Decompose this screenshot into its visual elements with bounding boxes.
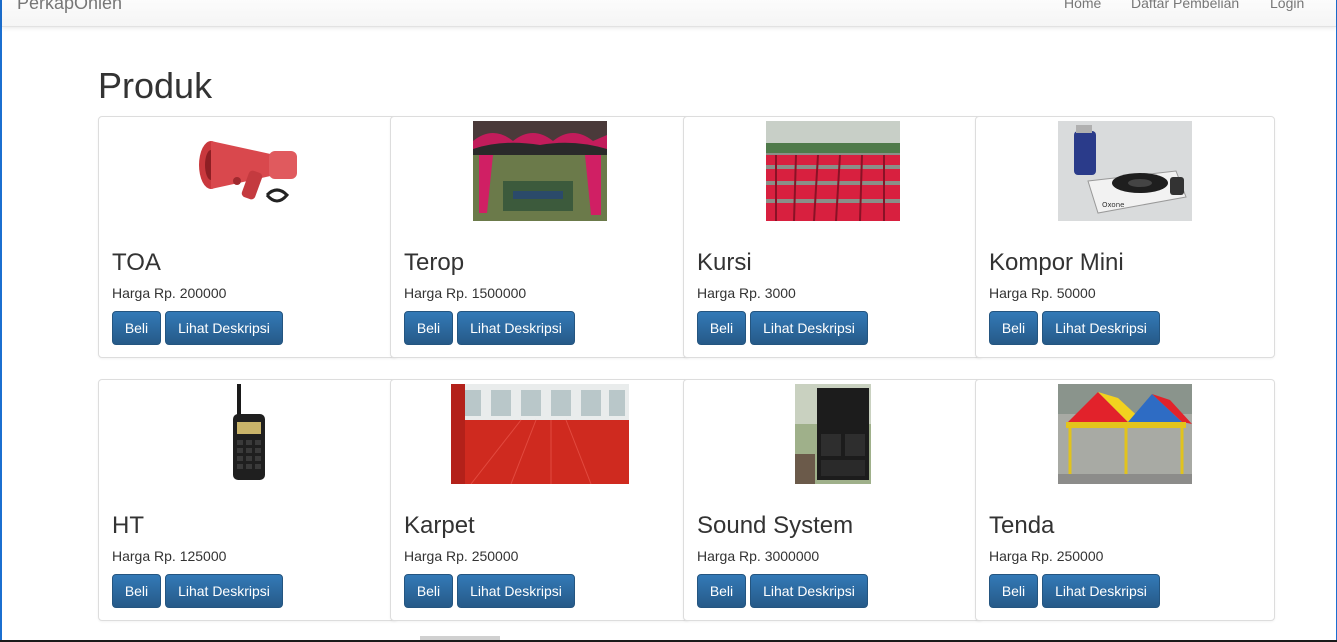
product-card-karpet: Karpet Harga Rp. 250000 Beli Lihat Deskr…: [390, 379, 690, 621]
carpet-icon: [451, 384, 629, 484]
product-price: Harga Rp. 3000: [697, 285, 796, 301]
product-name: Terop: [404, 249, 465, 276]
nav-link-daftar-pembelian[interactable]: Daftar Pembelian: [1131, 0, 1239, 11]
product-image-kompor-mini: Oxone: [976, 121, 1274, 221]
speaker-icon: [795, 384, 871, 484]
product-name: Kompor Mini: [989, 249, 1124, 276]
description-button-kompor-mini[interactable]: Lihat Deskripsi: [1042, 311, 1160, 345]
buy-button-ht[interactable]: Beli: [112, 574, 161, 608]
buy-button-karpet[interactable]: Beli: [404, 574, 453, 608]
description-button-terop[interactable]: Lihat Deskripsi: [457, 311, 575, 345]
product-price: Harga Rp. 3000000: [697, 548, 820, 564]
product-image-karpet: [391, 384, 689, 484]
navbar: PerkapOnlen Home Daftar Pembelian Login: [2, 0, 1336, 27]
buy-button-terop[interactable]: Beli: [404, 311, 453, 345]
stove-icon: Oxone: [1058, 121, 1192, 221]
product-name: Sound System: [697, 512, 854, 539]
product-image-toa: [99, 121, 397, 221]
product-name: Tenda: [989, 512, 1055, 539]
product-price: Harga Rp. 1500000: [404, 285, 527, 301]
product-image-ht: [99, 384, 397, 484]
page-title: Produk: [98, 65, 213, 106]
tent-icon: [1058, 384, 1192, 484]
buy-button-kursi[interactable]: Beli: [697, 311, 746, 345]
description-button-karpet[interactable]: Lihat Deskripsi: [457, 574, 575, 608]
product-price: Harga Rp. 200000: [112, 285, 227, 301]
description-button-kursi[interactable]: Lihat Deskripsi: [750, 311, 868, 345]
canopy-icon: [473, 121, 607, 221]
buy-button-tenda[interactable]: Beli: [989, 574, 1038, 608]
radio-icon: [229, 384, 269, 484]
buy-button-sound-system[interactable]: Beli: [697, 574, 746, 608]
product-card-kursi: Kursi Harga Rp. 3000 Beli Lihat Deskrips…: [683, 116, 983, 358]
description-button-sound-system[interactable]: Lihat Deskripsi: [750, 574, 868, 608]
product-card-terop: Terop Harga Rp. 1500000 Beli Lihat Deskr…: [390, 116, 690, 358]
product-price: Harga Rp. 250000: [404, 548, 519, 564]
product-card-kompor-mini: Oxone Kompor Mini Harga Rp. 50000 Beli L…: [975, 116, 1275, 358]
buy-button-toa[interactable]: Beli: [112, 311, 161, 345]
product-name: HT: [112, 512, 144, 539]
megaphone-icon: [197, 121, 301, 221]
product-price: Harga Rp. 125000: [112, 548, 227, 564]
product-price: Harga Rp. 250000: [989, 548, 1104, 564]
product-name: TOA: [112, 249, 161, 276]
product-card-ht: HT Harga Rp. 125000 Beli Lihat Deskripsi: [98, 379, 398, 621]
product-card-tenda: Tenda Harga Rp. 250000 Beli Lihat Deskri…: [975, 379, 1275, 621]
product-card-toa: TOA Harga Rp. 200000 Beli Lihat Deskrips…: [98, 116, 398, 358]
product-image-terop: [391, 121, 689, 221]
description-button-tenda[interactable]: Lihat Deskripsi: [1042, 574, 1160, 608]
buy-button-kompor-mini[interactable]: Beli: [989, 311, 1038, 345]
product-name: Kursi: [697, 249, 752, 276]
chairs-icon: [766, 121, 900, 221]
product-image-tenda: [976, 384, 1274, 484]
nav-link-home[interactable]: Home: [1064, 0, 1101, 11]
navbar-brand[interactable]: PerkapOnlen: [17, 0, 122, 14]
window-frame-left: [0, 0, 2, 642]
description-button-ht[interactable]: Lihat Deskripsi: [165, 574, 283, 608]
product-card-sound-system: Sound System Harga Rp. 3000000 Beli Liha…: [683, 379, 983, 621]
product-price: Harga Rp. 50000: [989, 285, 1096, 301]
svg-text:Oxone: Oxone: [1102, 201, 1124, 209]
product-name: Karpet: [404, 512, 475, 539]
product-image-kursi: [684, 121, 982, 221]
nav-link-login[interactable]: Login: [1270, 0, 1304, 11]
product-image-sound-system: [684, 384, 982, 484]
description-button-toa[interactable]: Lihat Deskripsi: [165, 311, 283, 345]
